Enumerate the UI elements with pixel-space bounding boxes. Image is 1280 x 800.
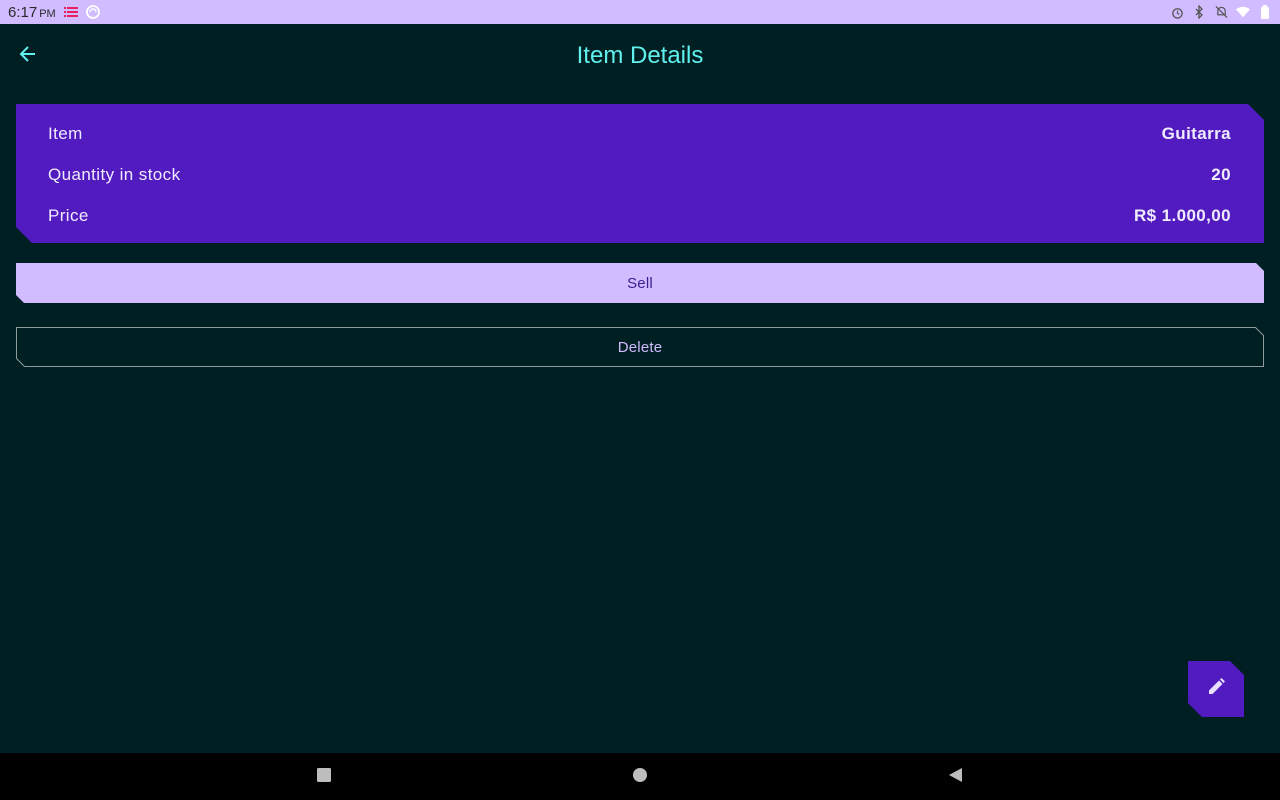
system-nav-bar	[0, 753, 1280, 800]
status-time-value: 6:17	[8, 3, 38, 21]
recents-square-icon	[316, 767, 332, 788]
list-notification-icon	[63, 5, 78, 19]
detail-row-price: Price R$ 1.000,00	[48, 204, 1231, 228]
wifi-icon	[1236, 5, 1250, 19]
detail-value: Guitarra	[1161, 124, 1231, 143]
back-triangle-icon	[947, 767, 963, 788]
detail-label: Item	[48, 124, 83, 143]
home-button[interactable]	[627, 764, 653, 790]
battery-icon	[1258, 5, 1272, 19]
detail-label: Price	[48, 206, 89, 225]
detail-value: 20	[1211, 165, 1231, 184]
delete-button[interactable]: Delete	[16, 327, 1264, 367]
top-app-bar: Item Details	[0, 24, 1280, 88]
edit-pencil-icon	[1206, 677, 1226, 702]
sync-icon	[85, 5, 100, 19]
sell-button[interactable]: Sell	[16, 263, 1264, 303]
detail-value: R$ 1.000,00	[1133, 206, 1231, 225]
item-details-screen: 6:17 PM Item Details Item Guitarra Quant…	[0, 0, 1280, 800]
notifications-off-icon	[1214, 5, 1228, 19]
status-bar: 6:17 PM	[0, 0, 1280, 24]
alarm-icon	[1170, 5, 1184, 19]
status-right	[1170, 5, 1272, 19]
item-details-card: Item Guitarra Quantity in stock 20 Price…	[16, 104, 1264, 243]
system-back-button[interactable]	[942, 764, 968, 790]
status-time: 6:17 PM	[8, 4, 56, 21]
status-left: 6:17 PM	[8, 4, 100, 21]
delete-button-label: Delete	[617, 338, 663, 356]
bluetooth-icon	[1192, 5, 1206, 19]
page-title: Item Details	[576, 42, 704, 69]
home-circle-icon	[632, 767, 648, 788]
recents-button[interactable]	[311, 764, 337, 790]
detail-label: Quantity in stock	[48, 165, 181, 184]
detail-row-quantity: Quantity in stock 20	[48, 163, 1231, 187]
status-time-ampm: PM	[39, 7, 56, 20]
detail-row-item: Item Guitarra	[48, 122, 1231, 146]
edit-fab-button[interactable]	[1188, 661, 1244, 717]
